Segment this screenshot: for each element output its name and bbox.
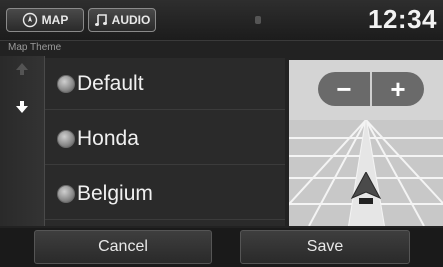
zoom-controls: − + bbox=[318, 72, 426, 106]
save-button[interactable]: Save bbox=[240, 230, 410, 264]
list-item[interactable]: Belgium bbox=[45, 168, 285, 220]
scroll-down-icon[interactable] bbox=[15, 100, 29, 114]
list-scrollbar[interactable] bbox=[0, 56, 45, 226]
zoom-out-button[interactable]: − bbox=[318, 72, 372, 106]
theme-list: Default Honda Belgium bbox=[45, 58, 285, 226]
list-item[interactable]: Default bbox=[45, 58, 285, 110]
music-note-icon bbox=[94, 14, 107, 26]
zoom-in-button[interactable]: + bbox=[372, 72, 424, 106]
clock: 12:34 bbox=[368, 4, 437, 34]
map-tab-label: MAP bbox=[41, 13, 69, 27]
status-bar: MAP AUDIO 12:34 bbox=[0, 0, 443, 41]
vehicle-arrow-icon bbox=[351, 172, 381, 204]
list-item[interactable]: Honda bbox=[45, 113, 285, 165]
theme-label: Belgium bbox=[77, 181, 153, 205]
audio-tab-button[interactable]: AUDIO bbox=[88, 8, 156, 32]
radio-button-icon[interactable] bbox=[57, 74, 75, 93]
theme-label: Default bbox=[77, 71, 144, 95]
map-theme-screen: MAP AUDIO 12:34 Map Theme Default Honda bbox=[0, 0, 443, 267]
map-tab-button[interactable]: MAP bbox=[6, 8, 84, 32]
cancel-button[interactable]: Cancel bbox=[34, 230, 212, 264]
audio-tab-label: AUDIO bbox=[111, 13, 151, 27]
radio-button-icon[interactable] bbox=[57, 129, 75, 148]
section-title: Map Theme bbox=[8, 42, 62, 53]
compass-icon bbox=[22, 12, 37, 28]
radio-button-icon[interactable] bbox=[57, 184, 75, 203]
theme-label: Honda bbox=[77, 126, 139, 150]
scroll-up-icon[interactable] bbox=[15, 62, 29, 76]
status-indicator bbox=[255, 16, 261, 24]
